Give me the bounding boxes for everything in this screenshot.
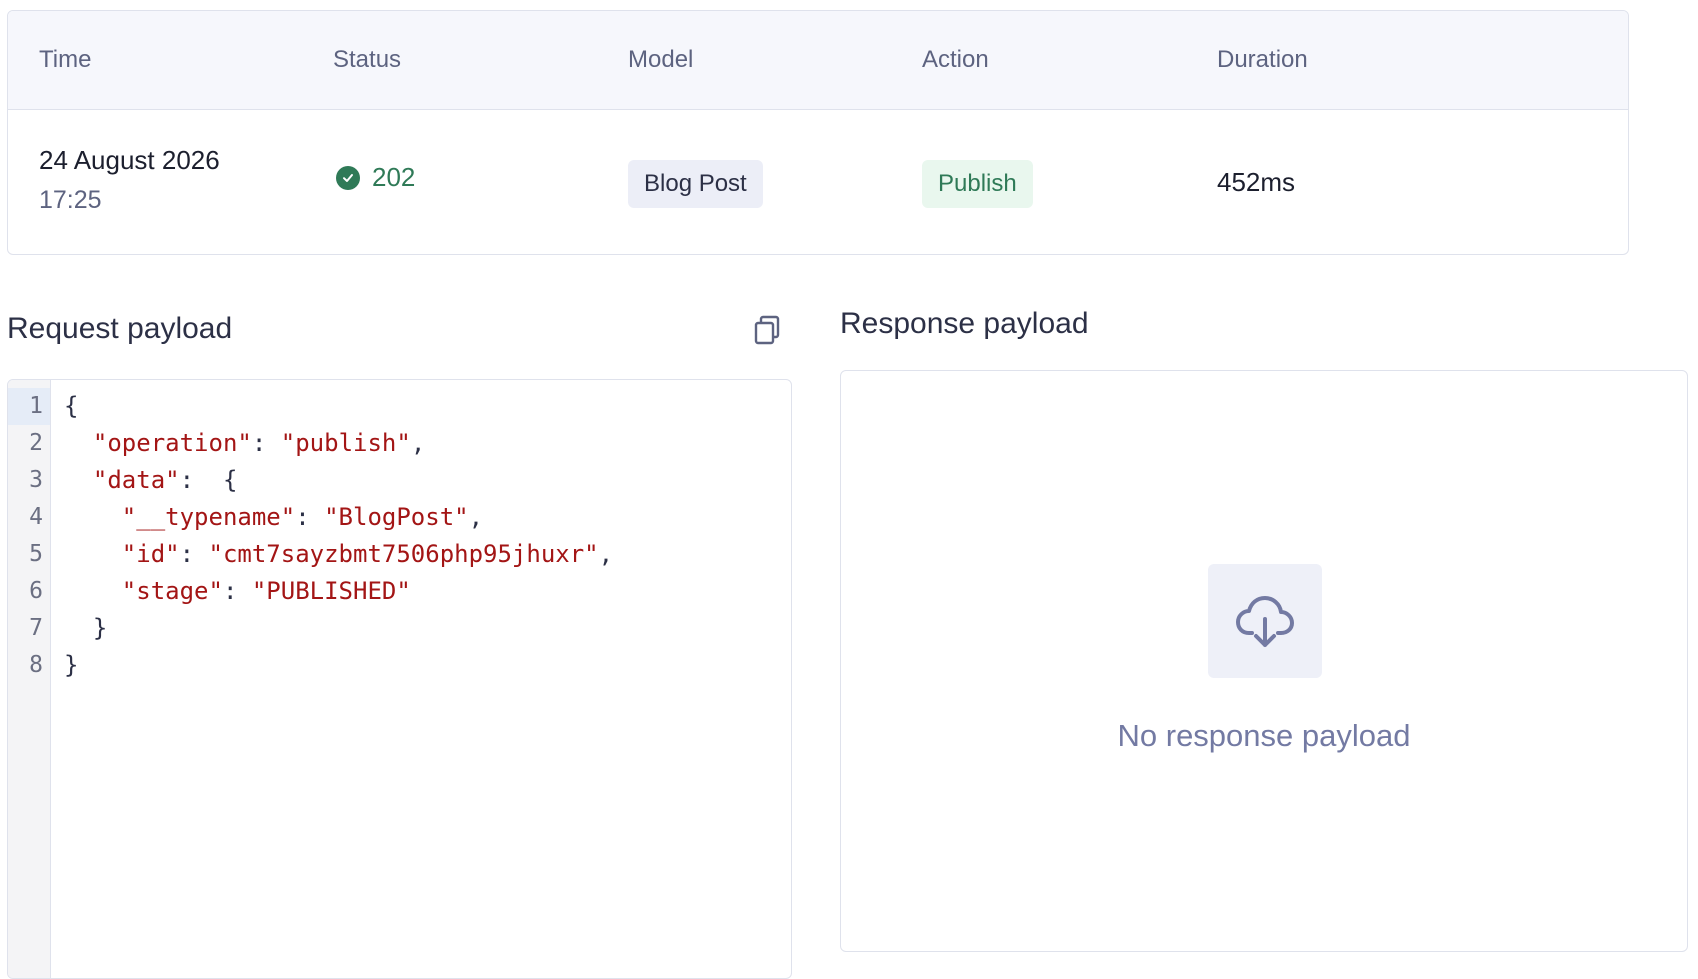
json-value: "publish" [280, 429, 411, 457]
action-badge: Publish [922, 160, 1033, 208]
row-time: 17:25 [39, 186, 102, 214]
code-line: "id": "cmt7sayzbmt7506php95jhuxr", [121, 540, 614, 568]
cloud-download-icon [1236, 596, 1294, 647]
request-code-editor[interactable]: 1 2 3 4 5 6 7 8 { "operation": "publish", "data… [7, 379, 792, 979]
json-key: "__typename" [121, 503, 296, 531]
code-line: } [64, 610, 613, 647]
row-duration: 452ms [1217, 167, 1296, 197]
code-line: "__typename": "BlogPost", [121, 503, 484, 531]
row-date: 24 August 2026 [39, 145, 220, 175]
table-row[interactable]: 24 August 2026 17:25 202 Blog Post Publi… [8, 110, 1628, 254]
header-duration: Duration [1217, 46, 1308, 73]
code-line: "data": { [92, 466, 238, 494]
json-key: "data" [92, 466, 180, 494]
check-circle-icon [336, 165, 360, 190]
json-value: "cmt7sayzbmt7506php95jhuxr" [208, 540, 599, 568]
response-payload-panel: No response payload [840, 370, 1688, 952]
table-header: Time Status Model Action Duration [8, 11, 1628, 110]
line-number: 5 [29, 541, 43, 567]
json-punctuation: { [64, 392, 79, 420]
json-value: "BlogPost" [324, 503, 469, 531]
header-action: Action [922, 46, 989, 73]
json-key: "id" [121, 540, 180, 568]
log-table: Time Status Model Action Duration 24 Aug… [7, 10, 1629, 255]
line-number: 3 [29, 467, 43, 493]
json-key: "stage" [121, 577, 223, 605]
json-punctuation: { [208, 466, 238, 494]
model-badge: Blog Post [628, 160, 763, 208]
line-number: 1 [8, 388, 50, 425]
line-number: 7 [29, 615, 43, 641]
json-punctuation: , [410, 429, 426, 457]
json-punctuation: } [92, 614, 108, 642]
line-number: 4 [29, 504, 43, 530]
line-number: 2 [29, 430, 43, 456]
line-numbers: 1 2 3 4 5 6 7 8 [8, 388, 50, 684]
empty-state-icon-box [1208, 564, 1322, 678]
header-status: Status [333, 46, 402, 73]
status-code: 202 [372, 162, 416, 192]
json-punctuation: , [598, 540, 614, 568]
empty-state-message: No response payload [1117, 718, 1411, 753]
line-number: 8 [29, 652, 43, 678]
line-gutter: 1 2 3 4 5 6 7 8 [8, 380, 51, 978]
request-payload-title: Request payload [7, 312, 233, 345]
code-content: { "operation": "publish", "data": { "__t… [64, 388, 613, 684]
json-value: "PUBLISHED" [251, 577, 411, 605]
json-punctuation: } [64, 651, 79, 679]
code-line: "stage": "PUBLISHED" [121, 577, 411, 605]
json-key: "operation" [92, 429, 252, 457]
code-line: } [64, 647, 613, 684]
line-number: 6 [29, 578, 43, 604]
code-line: { [64, 388, 613, 425]
response-payload-title: Response payload [840, 307, 1089, 340]
header-time: Time [39, 46, 92, 73]
json-punctuation: , [468, 503, 484, 531]
status-cell: 202 [336, 162, 415, 193]
copy-icon[interactable] [752, 314, 782, 346]
header-model: Model [628, 46, 694, 73]
code-line: "operation": "publish", [92, 429, 426, 457]
